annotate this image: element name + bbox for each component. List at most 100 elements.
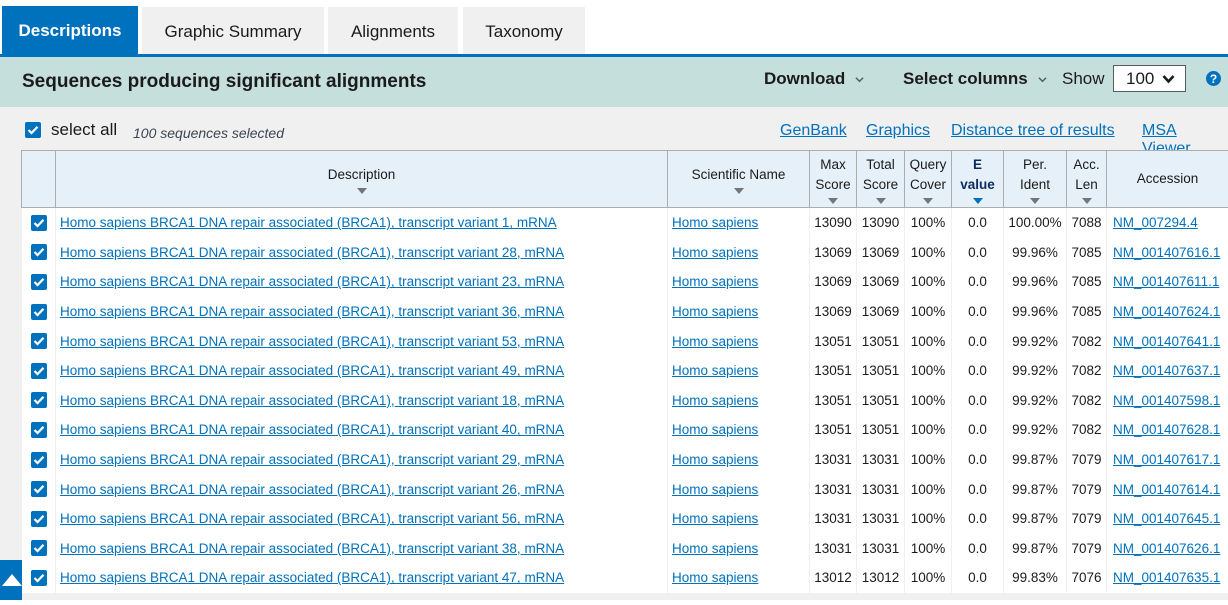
row-checkbox[interactable] bbox=[31, 422, 47, 438]
row-checkbox[interactable] bbox=[31, 304, 47, 320]
total-score-cell: 13051 bbox=[857, 386, 905, 416]
acc-len-cell: 7079 bbox=[1067, 474, 1107, 504]
row-checkbox[interactable] bbox=[31, 481, 47, 497]
column-header-max-score[interactable]: MaxScore bbox=[810, 151, 857, 208]
scientific-name-link[interactable]: Homo sapiens bbox=[672, 274, 758, 289]
row-checkbox[interactable] bbox=[31, 452, 47, 468]
row-checkbox-cell bbox=[22, 386, 56, 416]
query-cover-cell: 100% bbox=[905, 563, 952, 593]
row-checkbox[interactable] bbox=[31, 392, 47, 408]
row-checkbox[interactable] bbox=[31, 274, 47, 290]
max-score-cell: 13051 bbox=[810, 415, 857, 445]
scientific-name-link[interactable]: Homo sapiens bbox=[672, 422, 758, 437]
checkmark-icon bbox=[33, 455, 45, 465]
description-link[interactable]: Homo sapiens BRCA1 DNA repair associated… bbox=[60, 215, 557, 230]
scientific-name-link[interactable]: Homo sapiens bbox=[672, 482, 758, 497]
description-link[interactable]: Homo sapiens BRCA1 DNA repair associated… bbox=[60, 393, 564, 408]
description-link[interactable]: Homo sapiens BRCA1 DNA repair associated… bbox=[60, 304, 564, 319]
description-link[interactable]: Homo sapiens BRCA1 DNA repair associated… bbox=[60, 363, 564, 378]
table-row: Homo sapiens BRCA1 DNA repair associated… bbox=[22, 534, 1228, 564]
e-value-cell: 0.0 bbox=[952, 386, 1004, 416]
description-link[interactable]: Homo sapiens BRCA1 DNA repair associated… bbox=[60, 334, 564, 349]
scientific-name-link[interactable]: Homo sapiens bbox=[672, 363, 758, 378]
chevron-down-icon bbox=[855, 75, 864, 84]
back-to-top-button[interactable] bbox=[0, 560, 22, 600]
description-link[interactable]: Homo sapiens BRCA1 DNA repair associated… bbox=[60, 245, 564, 260]
scientific-name-link[interactable]: Homo sapiens bbox=[672, 541, 758, 556]
column-header-total-score[interactable]: TotalScore bbox=[857, 151, 905, 208]
accession-link[interactable]: NM_001407598.1 bbox=[1113, 393, 1220, 408]
accession-cell: NM_001407645.1 bbox=[1107, 504, 1228, 534]
description-link[interactable]: Homo sapiens BRCA1 DNA repair associated… bbox=[60, 452, 564, 467]
sort-icon bbox=[734, 188, 744, 194]
scientific-name-link[interactable]: Homo sapiens bbox=[672, 304, 758, 319]
select-all-control[interactable]: select all bbox=[25, 120, 117, 140]
section-title: Sequences producing significant alignmen… bbox=[22, 71, 426, 93]
description-cell: Homo sapiens BRCA1 DNA repair associated… bbox=[56, 474, 668, 504]
row-checkbox[interactable] bbox=[31, 244, 47, 260]
total-score-cell: 13051 bbox=[857, 356, 905, 386]
query-cover-cell: 100% bbox=[905, 534, 952, 564]
accession-link[interactable]: NM_001407628.1 bbox=[1113, 422, 1220, 437]
row-checkbox[interactable] bbox=[31, 363, 47, 379]
accession-link[interactable]: NM_001407624.1 bbox=[1113, 304, 1220, 319]
accession-link[interactable]: NM_001407616.1 bbox=[1113, 245, 1220, 260]
description-link[interactable]: Homo sapiens BRCA1 DNA repair associated… bbox=[60, 511, 564, 526]
description-link[interactable]: Homo sapiens BRCA1 DNA repair associated… bbox=[60, 482, 564, 497]
accession-link[interactable]: NM_001407645.1 bbox=[1113, 511, 1220, 526]
column-header-acc-len[interactable]: Acc.Len bbox=[1067, 151, 1107, 208]
accession-link[interactable]: NM_001407614.1 bbox=[1113, 482, 1220, 497]
column-header-description[interactable]: Description bbox=[56, 151, 668, 208]
scientific-name-link[interactable]: Homo sapiens bbox=[672, 215, 758, 230]
total-score-cell: 13031 bbox=[857, 474, 905, 504]
accession-link[interactable]: NM_007294.4 bbox=[1113, 215, 1198, 230]
description-cell: Homo sapiens BRCA1 DNA repair associated… bbox=[56, 297, 668, 327]
select-columns-menu[interactable]: Select columns bbox=[903, 69, 1047, 89]
select-all-checkbox[interactable] bbox=[25, 122, 41, 138]
e-value-cell: 0.0 bbox=[952, 415, 1004, 445]
scientific-name-link[interactable]: Homo sapiens bbox=[672, 511, 758, 526]
scientific-name-link[interactable]: Homo sapiens bbox=[672, 393, 758, 408]
checkmark-icon bbox=[33, 484, 45, 494]
scientific-name-link[interactable]: Homo sapiens bbox=[672, 452, 758, 467]
column-header-per-ident[interactable]: Per.Ident bbox=[1004, 151, 1067, 208]
description-link[interactable]: Homo sapiens BRCA1 DNA repair associated… bbox=[60, 422, 564, 437]
query-cover-cell: 100% bbox=[905, 326, 952, 356]
show-count-select[interactable]: 100 bbox=[1113, 65, 1186, 92]
accession-link[interactable]: NM_001407637.1 bbox=[1113, 363, 1220, 378]
column-header-query-cover[interactable]: QueryCover bbox=[905, 151, 952, 208]
accession-link[interactable]: NM_001407626.1 bbox=[1113, 541, 1220, 556]
scientific-name-link[interactable]: Homo sapiens bbox=[672, 570, 758, 585]
row-checkbox[interactable] bbox=[31, 215, 47, 231]
column-header-scientific-name[interactable]: Scientific Name bbox=[668, 151, 810, 208]
row-checkbox[interactable] bbox=[31, 570, 47, 586]
row-checkbox[interactable] bbox=[31, 540, 47, 556]
tab-alignments[interactable]: Alignments bbox=[328, 7, 458, 56]
checkmark-icon bbox=[33, 366, 45, 376]
query-cover-cell: 100% bbox=[905, 415, 952, 445]
accession-link[interactable]: NM_001407611.1 bbox=[1113, 274, 1219, 289]
description-cell: Homo sapiens BRCA1 DNA repair associated… bbox=[56, 563, 668, 593]
scientific-name-link[interactable]: Homo sapiens bbox=[672, 334, 758, 349]
distance-tree-link[interactable]: Distance tree of results bbox=[951, 122, 1115, 140]
help-icon[interactable]: ? bbox=[1206, 71, 1221, 86]
row-checkbox[interactable] bbox=[31, 511, 47, 527]
query-cover-cell: 100% bbox=[905, 238, 952, 268]
accession-link[interactable]: NM_001407617.1 bbox=[1113, 452, 1220, 467]
accession-link[interactable]: NM_001407635.1 bbox=[1113, 570, 1220, 585]
description-link[interactable]: Homo sapiens BRCA1 DNA repair associated… bbox=[60, 274, 564, 289]
column-header-accession[interactable]: Accession bbox=[1107, 151, 1228, 208]
row-checkbox[interactable] bbox=[31, 333, 47, 349]
acc-len-cell: 7085 bbox=[1067, 238, 1107, 268]
tab-taxonomy[interactable]: Taxonomy bbox=[463, 7, 585, 56]
accession-link[interactable]: NM_001407641.1 bbox=[1113, 334, 1220, 349]
tab-graphic-summary[interactable]: Graphic Summary bbox=[142, 7, 324, 56]
column-header-e-value[interactable]: Evalue bbox=[952, 151, 1004, 208]
description-link[interactable]: Homo sapiens BRCA1 DNA repair associated… bbox=[60, 541, 564, 556]
genbank-link[interactable]: GenBank bbox=[780, 122, 847, 140]
description-link[interactable]: Homo sapiens BRCA1 DNA repair associated… bbox=[60, 570, 564, 585]
download-menu[interactable]: Download bbox=[764, 69, 864, 89]
graphics-link[interactable]: Graphics bbox=[866, 122, 930, 140]
scientific-name-link[interactable]: Homo sapiens bbox=[672, 245, 758, 260]
tab-descriptions[interactable]: Descriptions bbox=[2, 6, 138, 56]
